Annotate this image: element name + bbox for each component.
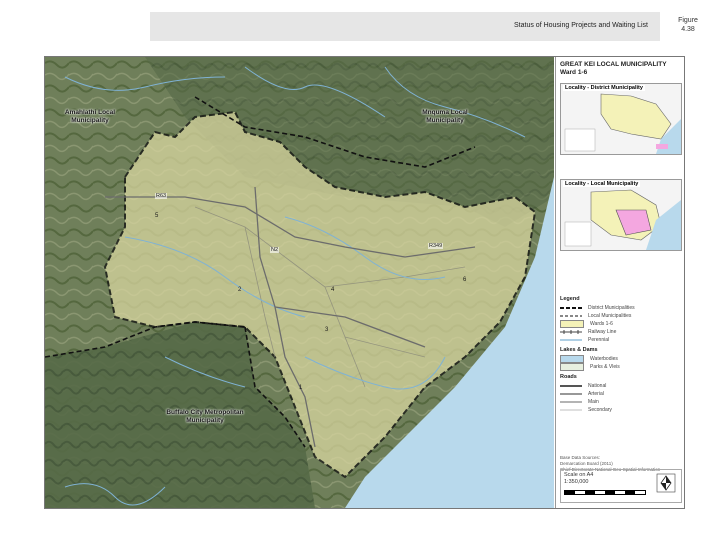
- legend-item-label: Secondary: [588, 407, 612, 413]
- map-frame: Amahlathi Local Municipality Mnquma Loca…: [44, 56, 685, 509]
- ward-label-5: 5: [155, 213, 159, 219]
- figure-number: 4.38: [681, 26, 695, 33]
- inset-district-locality[interactable]: Locality - District Municipality: [560, 83, 682, 155]
- scale-caption: Scale on A4: [564, 472, 594, 478]
- dash-icon: [560, 313, 582, 319]
- scale-bar: [564, 490, 646, 495]
- legend-item-label: Local Municipalities: [588, 313, 632, 319]
- legend-item-label: Waterbodies: [590, 356, 618, 362]
- inset1-title: Locality - District Municipality: [563, 85, 645, 91]
- legend-item: Parks & Vleis: [560, 363, 680, 371]
- panel-title-wards: Ward 1-6: [560, 69, 588, 76]
- inset2-title: Locality - Local Municipality: [563, 181, 641, 187]
- legend-item: Railway Line: [560, 328, 680, 336]
- legend-item: Wards 1-6: [560, 320, 680, 328]
- road-main-icon: [560, 399, 582, 405]
- label-mnquma: Mnquma Local Municipality: [422, 109, 468, 124]
- legend-item-label: Main: [588, 399, 599, 405]
- label-amahlathi: Amahlathi Local Municipality: [64, 109, 116, 124]
- legend-item-label: Perennial: [588, 337, 610, 343]
- scale-ratio: 1:350,000: [564, 479, 589, 485]
- road-label-r63: R63: [155, 193, 168, 199]
- legend-item: Perennial: [560, 336, 680, 344]
- legend: Legend District Municipalities Local Mun…: [560, 293, 680, 414]
- fill-yellow-icon: [560, 320, 584, 328]
- legend-item: Local Municipalities: [560, 312, 680, 320]
- inset-local-locality[interactable]: Locality - Local Municipality: [560, 179, 682, 251]
- legend-item: Waterbodies: [560, 355, 680, 363]
- legend-lakes-title: Lakes & Dams: [560, 347, 598, 353]
- ward-label-3: 3: [325, 327, 329, 333]
- ward-label-6: 6: [463, 277, 467, 283]
- header-title: Status of Housing Projects and Waiting L…: [514, 22, 648, 29]
- north-arrow-icon: [656, 473, 676, 493]
- panel-title: GREAT KEI LOCAL MUNICIPALITY Ward 1-6: [560, 61, 667, 77]
- road-secondary-icon: [560, 407, 582, 413]
- legend-item: Main: [560, 398, 680, 406]
- legend-item-label: Arterial: [588, 391, 604, 397]
- river-icon: [560, 337, 582, 343]
- legend-item-label: Wards 1-6: [590, 321, 613, 327]
- legend-item: District Municipalities: [560, 304, 680, 312]
- ward-label-4: 4: [331, 287, 335, 293]
- road-label-r349: R349: [428, 243, 444, 249]
- ward-label-2: 2: [238, 287, 242, 293]
- legend-item: Arterial: [560, 390, 680, 398]
- road-arterial-icon: [560, 391, 582, 397]
- legend-item: Secondary: [560, 406, 680, 414]
- scale-text: Scale on A4 1:350,000: [564, 472, 593, 486]
- legend-item-label: National: [588, 383, 607, 389]
- rail-icon: [560, 329, 582, 335]
- legend-title: Legend: [560, 296, 580, 302]
- road-label-n2: N2: [270, 247, 280, 253]
- figure-label: Figure 4.38: [666, 16, 710, 34]
- panel-title-municipality: GREAT KEI LOCAL MUNICIPALITY: [560, 61, 667, 68]
- dash-thick-icon: [560, 305, 582, 311]
- inset1-map: [561, 84, 681, 154]
- water-icon: [560, 355, 584, 363]
- park-icon: [560, 363, 584, 371]
- legend-item: National: [560, 382, 680, 390]
- label-buffalo-city: Buffalo City Metropolitan Municipality: [166, 409, 244, 424]
- ward-label-1: 1: [299, 385, 303, 391]
- legend-item-label: Railway Line: [588, 329, 617, 335]
- scale-box: Scale on A4 1:350,000: [560, 469, 682, 503]
- map-area[interactable]: Amahlathi Local Municipality Mnquma Loca…: [45, 57, 554, 508]
- header-bar: Status of Housing Projects and Waiting L…: [150, 12, 660, 41]
- figure-label-word: Figure: [678, 17, 698, 24]
- legend-item-label: Parks & Vleis: [590, 364, 620, 370]
- side-panel: GREAT KEI LOCAL MUNICIPALITY Ward 1-6 Lo…: [555, 57, 684, 508]
- inset2-map: [561, 180, 681, 250]
- legend-item-label: District Municipalities: [588, 305, 635, 311]
- road-national-icon: [560, 383, 582, 389]
- legend-roads-title: Roads: [560, 374, 577, 380]
